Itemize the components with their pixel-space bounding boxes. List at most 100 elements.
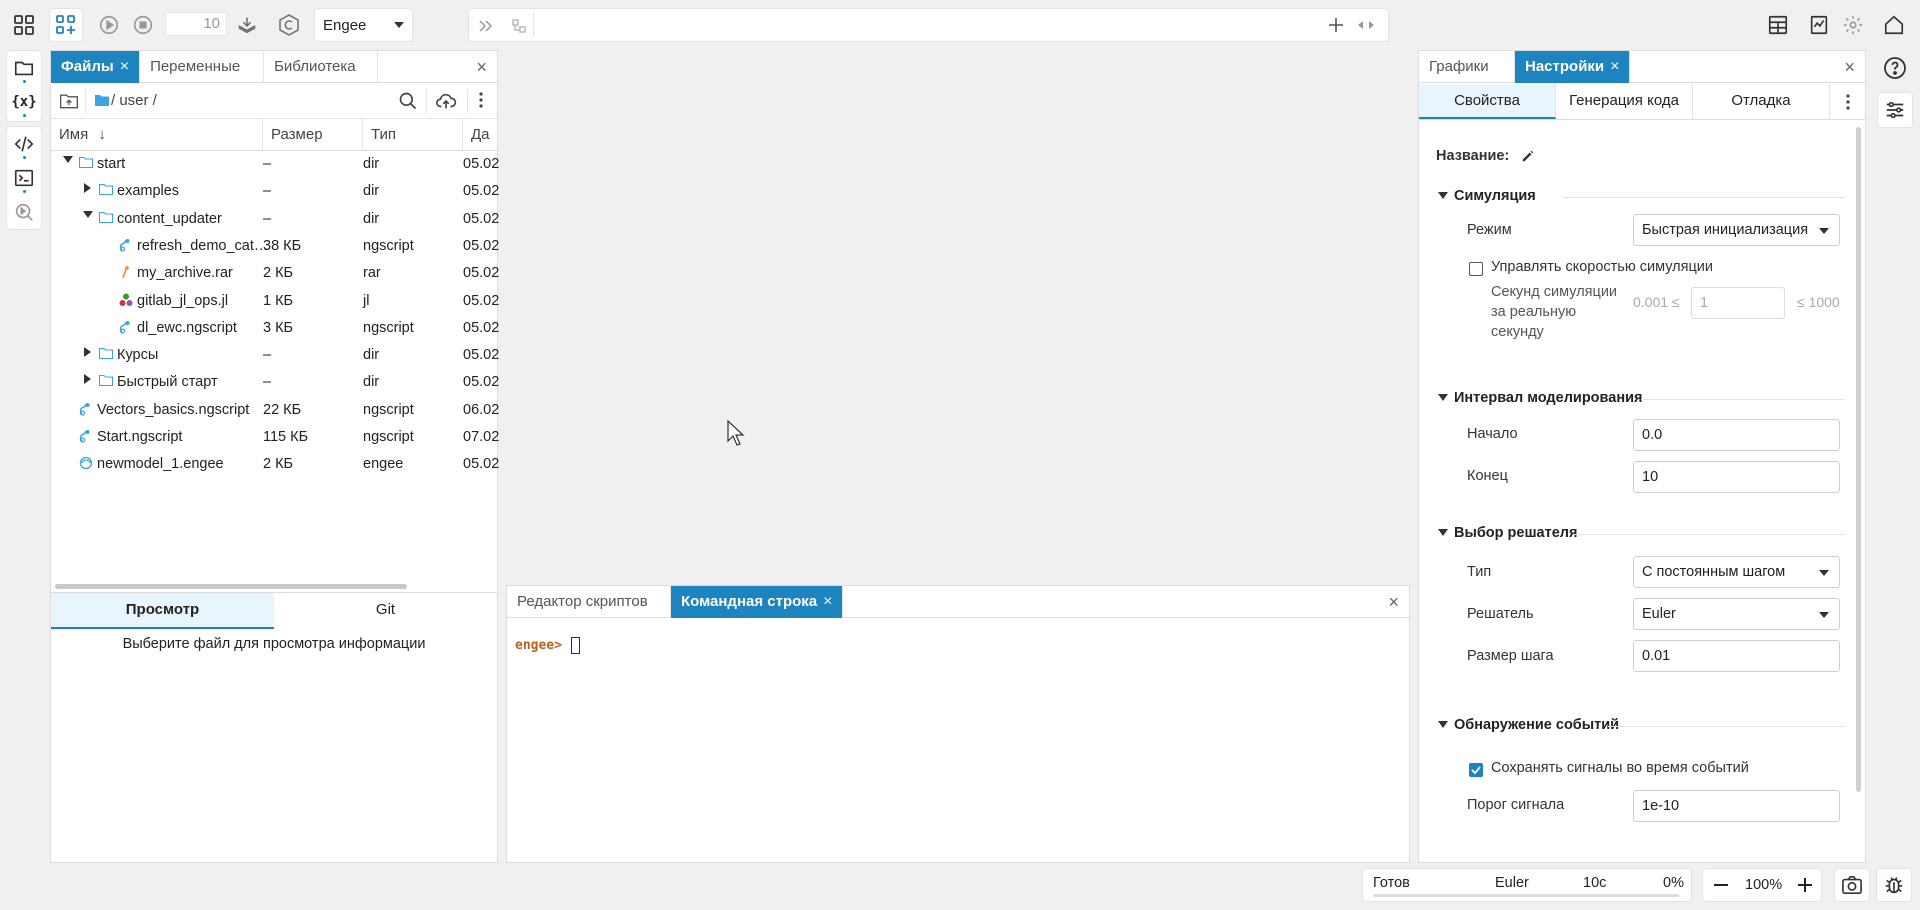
script-file-icon	[79, 402, 91, 416]
threshold-input[interactable]: 1e-10	[1633, 790, 1840, 822]
more-vertical-icon[interactable]	[1830, 84, 1865, 119]
step-size-input[interactable]: 0.01	[1633, 640, 1840, 672]
file-date: 05.02	[463, 183, 500, 200]
col-header-type[interactable]: Тип	[363, 119, 463, 151]
section-simulation[interactable]: Симуляция	[1438, 186, 1845, 210]
layers-icon[interactable]	[230, 8, 264, 42]
search-icon[interactable]	[398, 91, 418, 111]
step-input[interactable]: 10	[165, 12, 227, 36]
table-row[interactable]: Быстрый старт – dir 05.02	[51, 369, 500, 396]
plus-icon[interactable]	[1328, 17, 1344, 33]
tab-properties[interactable]: Свойства	[1419, 84, 1556, 119]
expand-icon[interactable]	[477, 18, 493, 34]
resize-arrows-icon[interactable]	[1358, 19, 1374, 31]
speed-input[interactable]: 1	[1691, 287, 1785, 319]
gear-icon[interactable]	[1836, 8, 1870, 42]
collapsed-triangle-icon[interactable]	[84, 374, 91, 385]
solver-select[interactable]: Euler	[1633, 598, 1840, 630]
variables-icon[interactable]: {x}	[7, 85, 41, 119]
tab-script-editor[interactable]: Редактор скриптов	[507, 586, 671, 618]
expanded-triangle-icon[interactable]	[83, 210, 93, 218]
tab-command-line[interactable]: Командная строка ×	[671, 586, 844, 618]
close-icon[interactable]: ×	[1610, 51, 1619, 83]
tab-settings[interactable]: Настройки ×	[1515, 51, 1631, 83]
inspect-icon[interactable]	[7, 195, 41, 229]
julia-file-icon	[119, 293, 133, 307]
table-row[interactable]: dl_ewc.ngscript 3 КБ ngscript 05.02	[51, 315, 499, 342]
table-row[interactable]: gitlab_jl_ops.jl 1 КБ jl 05.02	[51, 288, 499, 315]
control-speed-checkbox[interactable]	[1469, 262, 1483, 276]
close-icon[interactable]: ×	[476, 57, 487, 78]
folder-up-icon[interactable]	[59, 92, 79, 110]
save-signals-checkbox[interactable]	[1469, 763, 1483, 777]
collapsed-triangle-icon[interactable]	[84, 347, 91, 358]
home-icon[interactable]	[1877, 8, 1911, 42]
tab-library[interactable]: Библиотека	[264, 51, 379, 83]
col-header-size[interactable]: Размер	[263, 119, 363, 151]
monitor-icon[interactable]	[1802, 8, 1836, 42]
file-name: refresh_demo_cat…	[137, 237, 269, 254]
tab-preview[interactable]: Просмотр	[51, 593, 274, 629]
tab-code-generation[interactable]: Генерация кода	[1556, 84, 1693, 119]
solver-type-select[interactable]: С постоянным шагом	[1633, 556, 1840, 588]
code-icon[interactable]	[272, 8, 306, 42]
table-icon[interactable]	[1761, 8, 1795, 42]
stop-icon[interactable]	[126, 8, 160, 42]
upload-cloud-icon[interactable]	[435, 90, 457, 112]
table-row[interactable]: my_archive.rar 2 КБ rar 05.02	[51, 260, 499, 287]
more-vertical-icon[interactable]	[479, 92, 483, 108]
play-icon[interactable]	[92, 8, 126, 42]
zoom-out-icon[interactable]	[1713, 877, 1729, 893]
bug-icon[interactable]	[1876, 868, 1912, 902]
expanded-triangle-icon[interactable]	[63, 156, 73, 163]
terminal-icon[interactable]	[7, 161, 41, 195]
table-row[interactable]: Vectors_basics.ngscript 22 КБ ngscript 06.0…	[51, 397, 499, 424]
close-icon[interactable]: ×	[823, 586, 832, 618]
apps-icon[interactable]	[7, 8, 41, 42]
table-row[interactable]: refresh_demo_cat… 38 КБ ngscript 05.02	[51, 233, 499, 260]
tab-git[interactable]: Git	[274, 593, 497, 629]
sliders-icon[interactable]	[1877, 92, 1913, 128]
console-cursor[interactable]	[571, 637, 580, 654]
help-icon[interactable]	[1877, 50, 1913, 86]
section-solver[interactable]: Выбор решателя	[1438, 523, 1845, 547]
close-icon[interactable]: ×	[1388, 592, 1399, 613]
close-icon[interactable]: ×	[120, 51, 129, 83]
model-breadcrumb-bar	[468, 8, 1389, 42]
camera-icon[interactable]	[1834, 868, 1870, 902]
table-row[interactable]: examples – dir 05.02	[51, 178, 500, 205]
new-model-icon[interactable]	[49, 8, 83, 42]
zoom-in-icon[interactable]	[1797, 877, 1813, 893]
col-header-name[interactable]: Имя ↓	[51, 119, 263, 151]
section-interval[interactable]: Интервал моделирования	[1438, 388, 1845, 412]
horizontal-scrollbar[interactable]	[55, 584, 407, 589]
script-editor-icon[interactable]	[7, 127, 41, 161]
divider	[1641, 399, 1845, 400]
collapsed-triangle-icon[interactable]	[84, 183, 91, 194]
engine-select[interactable]: Engee	[314, 8, 413, 42]
hierarchy-icon[interactable]	[511, 18, 527, 34]
end-input[interactable]: 10	[1633, 461, 1840, 493]
current-path[interactable]: / user /	[111, 92, 157, 109]
tab-debug[interactable]: Отладка	[1693, 84, 1830, 119]
section-events[interactable]: Обнаружение событий	[1438, 715, 1845, 739]
vertical-scrollbar[interactable]	[1856, 127, 1861, 792]
tab-plots[interactable]: Графики	[1419, 51, 1515, 83]
pencil-icon[interactable]	[1521, 149, 1535, 163]
table-row[interactable]: start – dir 05.02	[51, 151, 499, 178]
table-row[interactable]: Start.ngscript 115 КБ ngscript 07.02	[51, 424, 499, 451]
table-row[interactable]: newmodel_1.engee 2 КБ engee 05.02	[51, 451, 499, 478]
file-name: Быстрый старт	[117, 374, 218, 391]
table-row[interactable]: Курсы – dir 05.02	[51, 342, 499, 369]
folder-icon[interactable]	[7, 51, 41, 85]
close-icon[interactable]: ×	[1844, 57, 1855, 78]
mode-select[interactable]: Быстрая инициализация	[1633, 214, 1840, 246]
col-header-date[interactable]: Да	[463, 119, 499, 151]
file-date: 05.02	[463, 374, 500, 391]
model-canvas[interactable]	[505, 50, 1410, 578]
start-input[interactable]: 0.0	[1633, 419, 1840, 451]
active-dot	[23, 80, 26, 83]
table-row[interactable]: content_updater – dir 05.02	[51, 206, 499, 233]
tab-files[interactable]: Файлы ×	[51, 51, 141, 83]
tab-variables[interactable]: Переменные	[140, 51, 265, 83]
